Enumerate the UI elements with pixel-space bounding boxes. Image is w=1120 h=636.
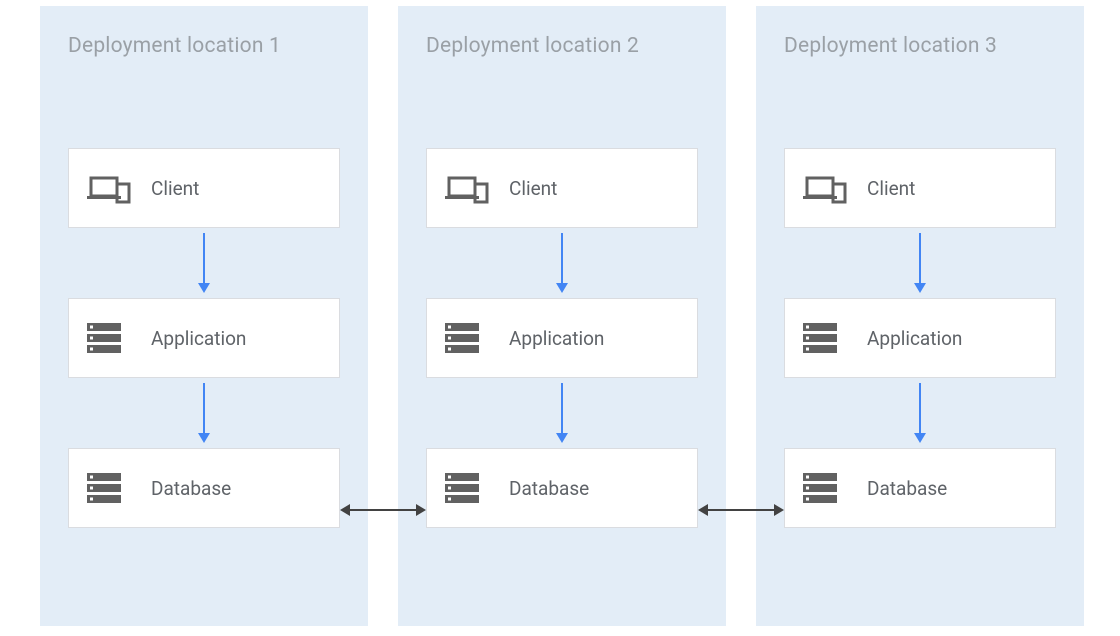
node-label: Client <box>151 177 199 200</box>
application-node: Application <box>68 298 340 378</box>
client-icon <box>803 172 851 204</box>
client-node: Client <box>426 148 698 228</box>
database-node: Database <box>426 448 698 528</box>
server-icon <box>445 323 493 353</box>
database-node: Database <box>68 448 340 528</box>
column-title: Deployment location 2 <box>426 34 698 58</box>
server-icon <box>87 473 135 503</box>
server-icon <box>803 473 851 503</box>
application-node: Application <box>426 298 698 378</box>
client-icon <box>445 172 493 204</box>
deployment-column-1: Deployment location 1 Client Application… <box>40 6 368 626</box>
deployment-column-2: Deployment location 2 Client Application… <box>398 6 726 626</box>
client-node: Client <box>68 148 340 228</box>
node-label: Client <box>509 177 557 200</box>
sync-arrow-icon <box>698 500 784 524</box>
arrow-down-icon <box>426 228 698 298</box>
server-icon <box>803 323 851 353</box>
client-node: Client <box>784 148 1056 228</box>
client-icon <box>87 172 135 204</box>
node-label: Application <box>151 327 246 350</box>
deployment-column-3: Deployment location 3 Client Application… <box>756 6 1084 626</box>
column-title: Deployment location 1 <box>68 34 340 58</box>
column-title: Deployment location 3 <box>784 34 1056 58</box>
arrow-down-icon <box>426 378 698 448</box>
arrow-down-icon <box>68 378 340 448</box>
arrow-down-icon <box>784 378 1056 448</box>
node-label: Client <box>867 177 915 200</box>
server-icon <box>445 473 493 503</box>
application-node: Application <box>784 298 1056 378</box>
node-label: Application <box>509 327 604 350</box>
sync-arrow-icon <box>340 500 426 524</box>
node-label: Database <box>867 477 947 500</box>
arrow-down-icon <box>784 228 1056 298</box>
arrow-down-icon <box>68 228 340 298</box>
diagram-canvas: Deployment location 1 Client Application… <box>40 6 1080 626</box>
node-label: Application <box>867 327 962 350</box>
database-node: Database <box>784 448 1056 528</box>
node-label: Database <box>509 477 589 500</box>
node-label: Database <box>151 477 231 500</box>
server-icon <box>87 323 135 353</box>
